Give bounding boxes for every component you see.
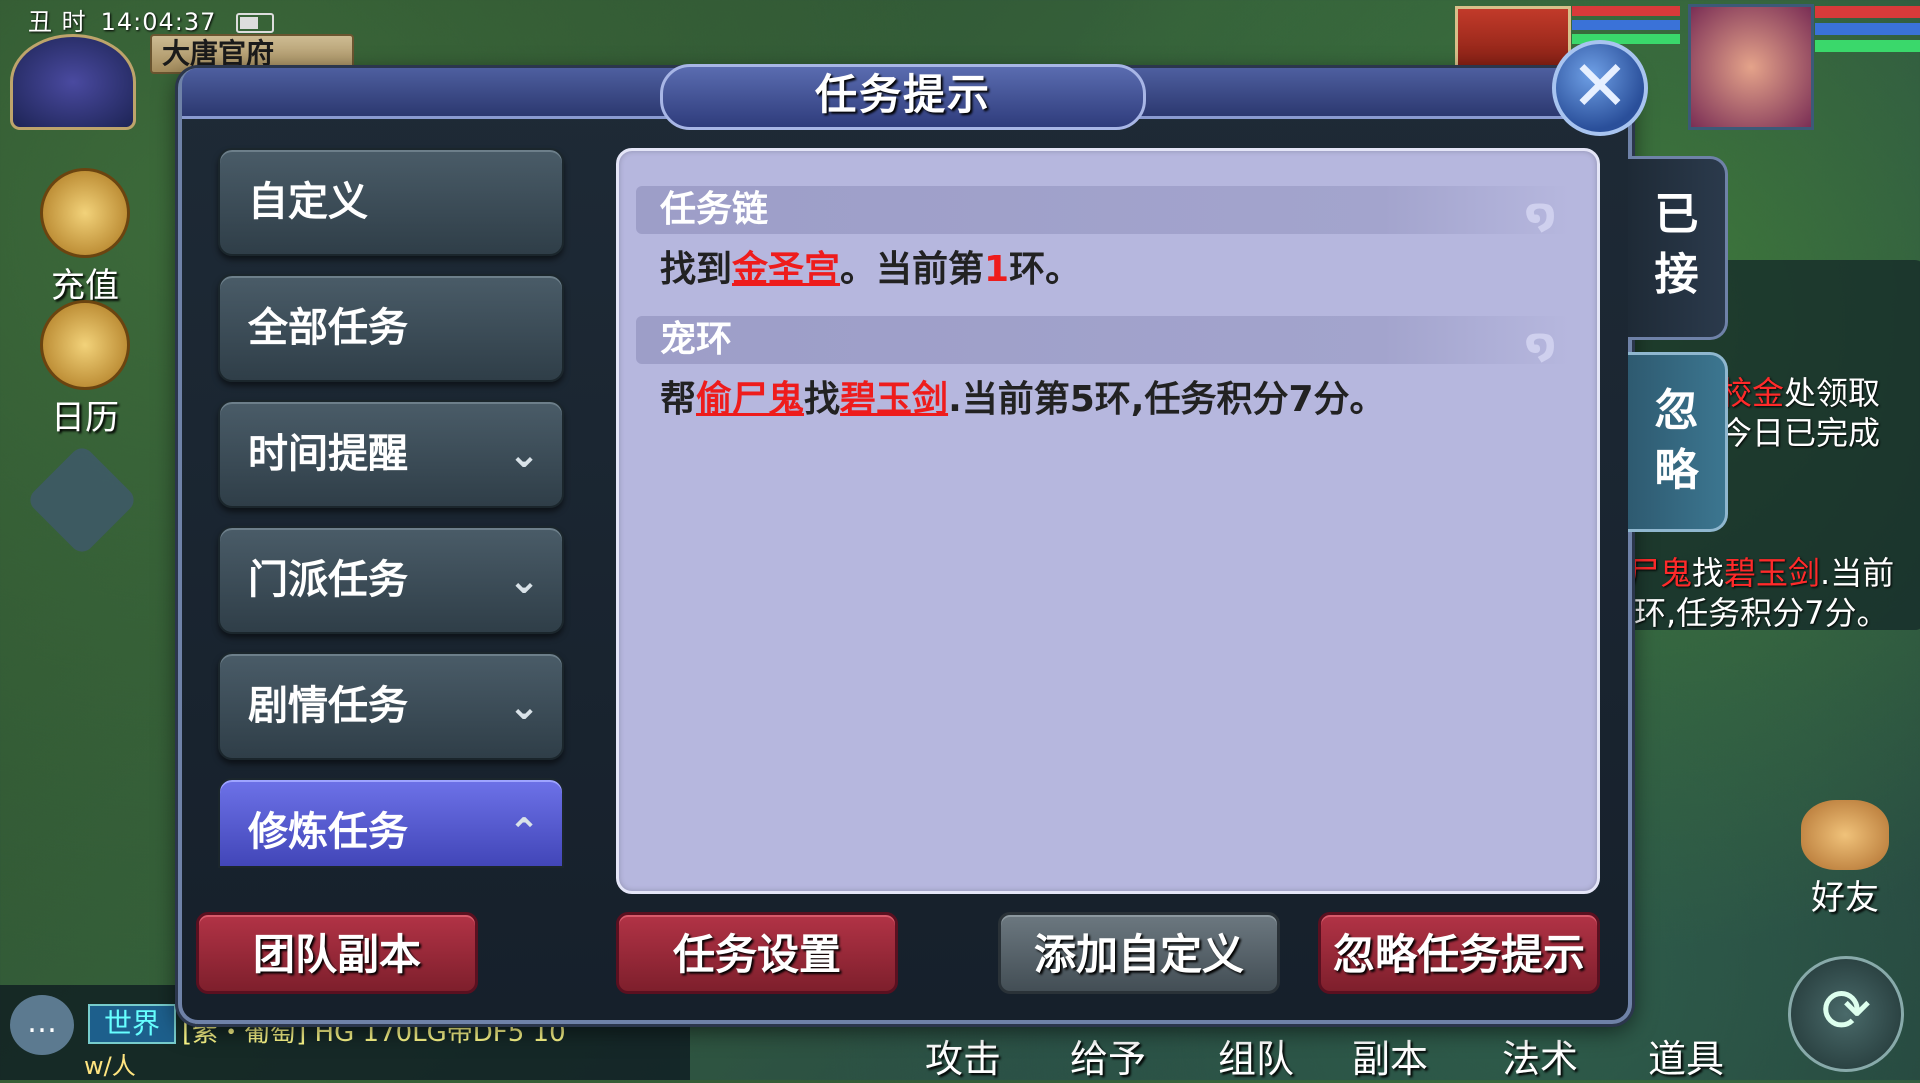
task-location-link[interactable]: 金圣宫	[732, 249, 840, 290]
tracker-line: 环,任务积分7分。	[1634, 594, 1889, 632]
recharge-button[interactable]: 充值	[30, 168, 140, 307]
dungeon-button[interactable]: 副本	[1352, 1028, 1428, 1083]
close-icon[interactable]: ✕	[1552, 40, 1648, 136]
task-chain-description: 找到金圣宫。当前第1环。	[660, 249, 1082, 290]
hour-label: 丑 时	[28, 8, 87, 36]
status-clock: 丑 时 14:04:37	[28, 2, 288, 37]
section-header-pet-ring: 宠环໑	[636, 316, 1570, 367]
item-link[interactable]: 碧玉剑	[840, 379, 948, 420]
skills-button[interactable]: 法术	[1502, 1028, 1578, 1083]
category-cultivation-tasks[interactable]: 修炼任务 ⌃	[218, 778, 564, 868]
give-button[interactable]: 给予	[1070, 1028, 1146, 1083]
category-sect-tasks[interactable]: 门派任务 ⌄	[218, 526, 564, 634]
category-label: 全部任务	[248, 305, 408, 351]
category-story-tasks[interactable]: 剧情任务 ⌄	[218, 652, 564, 760]
refresh-icon[interactable]: ⟳	[1788, 956, 1904, 1072]
dialog-title: 任务提示	[660, 64, 1146, 130]
calendar-button[interactable]: 日历	[30, 300, 140, 439]
handshake-icon	[1801, 800, 1889, 870]
category-all-tasks[interactable]: 全部任务	[218, 274, 564, 382]
minimap-icon[interactable]	[10, 34, 136, 130]
tab-ignored[interactable]: 忽略	[1628, 352, 1728, 532]
category-label: 门派任务	[248, 557, 408, 603]
chevron-up-icon: ⌃	[508, 810, 540, 854]
gong-icon	[40, 300, 130, 390]
swirl-ornament-icon: ໑	[1525, 191, 1556, 237]
items-button[interactable]: 道具	[1648, 1028, 1724, 1083]
task-settings-button[interactable]: 任务设置	[616, 912, 898, 994]
category-time-reminder[interactable]: 时间提醒 ⌄	[218, 400, 564, 508]
team-dungeon-button[interactable]: 团队副本	[196, 912, 478, 994]
category-label: 剧情任务	[248, 683, 408, 729]
calendar-label: 日历	[51, 398, 119, 438]
chat-sender: w/人	[84, 1052, 136, 1080]
treasure-icon	[40, 168, 130, 258]
category-label: 自定义	[248, 179, 368, 225]
category-custom[interactable]: 自定义	[218, 148, 564, 256]
tab-accepted[interactable]: 已接	[1628, 156, 1728, 340]
chevron-down-icon: ⌄	[508, 558, 540, 602]
tracker-line: 今日已完成	[1720, 414, 1881, 452]
clock-time: 14:04:37	[100, 8, 217, 36]
section-header-task-chain: 任务链໑	[636, 186, 1570, 237]
category-label: 时间提醒	[248, 431, 408, 477]
team-button[interactable]: 组队	[1218, 1028, 1294, 1083]
battery-icon	[236, 13, 275, 33]
chevron-down-icon: ⌄	[508, 432, 540, 476]
pet-ring-description: 帮偷尸鬼找碧玉剑.当前第5环,任务积分7分。	[660, 379, 1386, 420]
tab-label: 忽略	[1654, 385, 1699, 496]
swirl-ornament-icon: ໑	[1525, 321, 1556, 367]
tab-label: 已接	[1654, 189, 1699, 300]
category-label: 修炼任务	[248, 809, 408, 855]
add-custom-button[interactable]: 添加自定义	[998, 912, 1280, 994]
chevron-down-icon: ⌄	[508, 684, 540, 728]
ignore-task-hints-button[interactable]: 忽略任务提示	[1318, 912, 1600, 994]
friends-button[interactable]: 好友	[1790, 800, 1900, 919]
player-status-bars	[1815, 6, 1920, 57]
npc-link[interactable]: 偷尸鬼	[696, 379, 804, 420]
player-avatar[interactable]	[1688, 4, 1814, 130]
direction-arrow-icon[interactable]	[25, 443, 139, 557]
friends-label: 好友	[1811, 878, 1879, 918]
chat-bubble-icon[interactable]: …	[10, 995, 74, 1055]
chat-channel-tag[interactable]: 世界	[88, 1004, 176, 1044]
attack-button[interactable]: 攻击	[925, 1028, 1001, 1083]
